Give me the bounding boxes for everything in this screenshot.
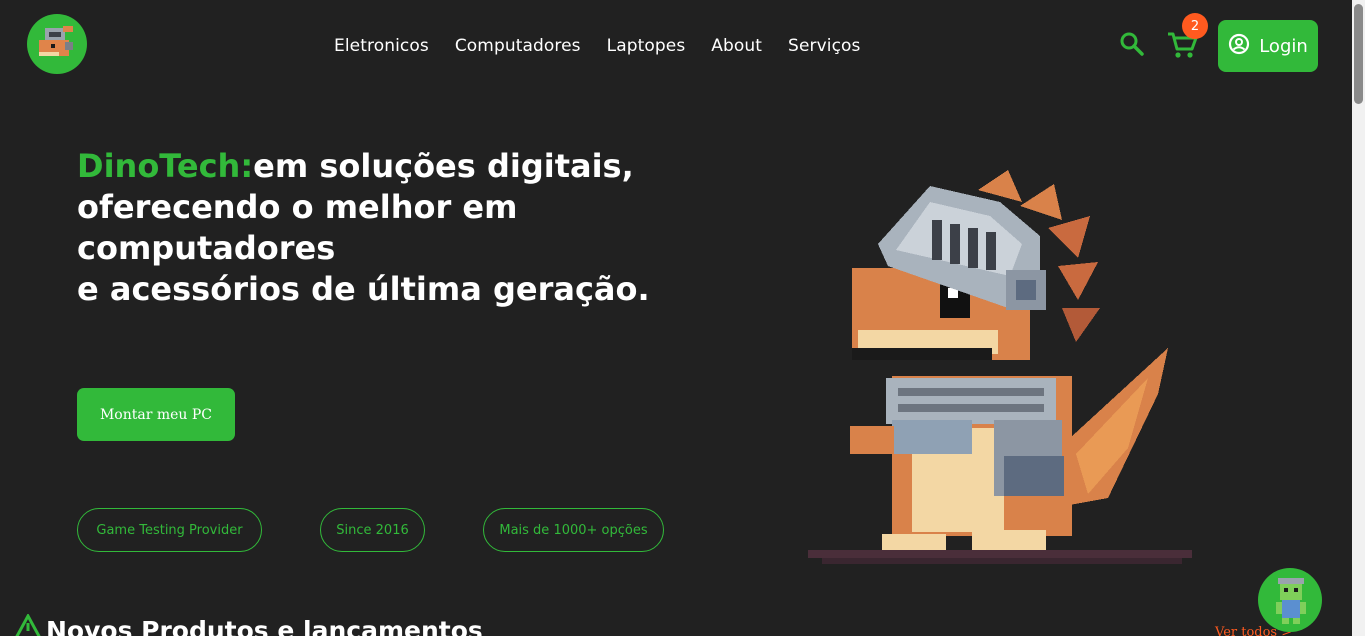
main-nav: Eletronicos Computadores Laptopes About … [334, 36, 860, 56]
dino-knight-illustration [808, 158, 1192, 574]
section-heading: Novos Produtos e lancamentos [14, 612, 483, 636]
cart-count-badge: 2 [1182, 13, 1208, 39]
hero-line-2: oferecendo o melhor em [77, 188, 518, 226]
badge-since-2016: Since 2016 [320, 508, 425, 552]
nav-eletronicos[interactable]: Eletronicos [334, 36, 429, 56]
search-icon[interactable] [1118, 30, 1146, 58]
scrollbar-thumb[interactable] [1354, 4, 1363, 104]
hero-line-1: em soluções digitais, [253, 147, 634, 185]
site-header: Eletronicos Computadores Laptopes About … [0, 0, 1352, 94]
hero-brand: DinoTech: [77, 147, 254, 185]
dino-logo-icon[interactable] [27, 14, 87, 74]
hero-line-3: computadores [77, 229, 336, 267]
hero-title: DinoTech:em soluções digitais, oferecend… [77, 146, 717, 310]
warning-triangle-icon [14, 612, 42, 636]
nav-computadores[interactable]: Computadores [455, 36, 581, 56]
login-button[interactable]: Login [1218, 20, 1318, 72]
dino-assistant-icon[interactable] [1258, 568, 1322, 632]
build-pc-button[interactable]: Montar meu PC [77, 388, 235, 441]
login-label: Login [1259, 35, 1308, 57]
page-scrollbar[interactable] [1352, 0, 1365, 636]
nav-servicos[interactable]: Serviços [788, 36, 860, 56]
account-circle-icon [1228, 33, 1250, 59]
hero-line-4: e acessórios de última geração. [77, 270, 650, 308]
nav-about[interactable]: About [711, 36, 762, 56]
section-title-text: Novos Produtos e lancamentos [46, 615, 483, 636]
badge-game-testing: Game Testing Provider [77, 508, 262, 552]
nav-laptopes[interactable]: Laptopes [607, 36, 686, 56]
badge-options: Mais de 1000+ opções [483, 508, 664, 552]
